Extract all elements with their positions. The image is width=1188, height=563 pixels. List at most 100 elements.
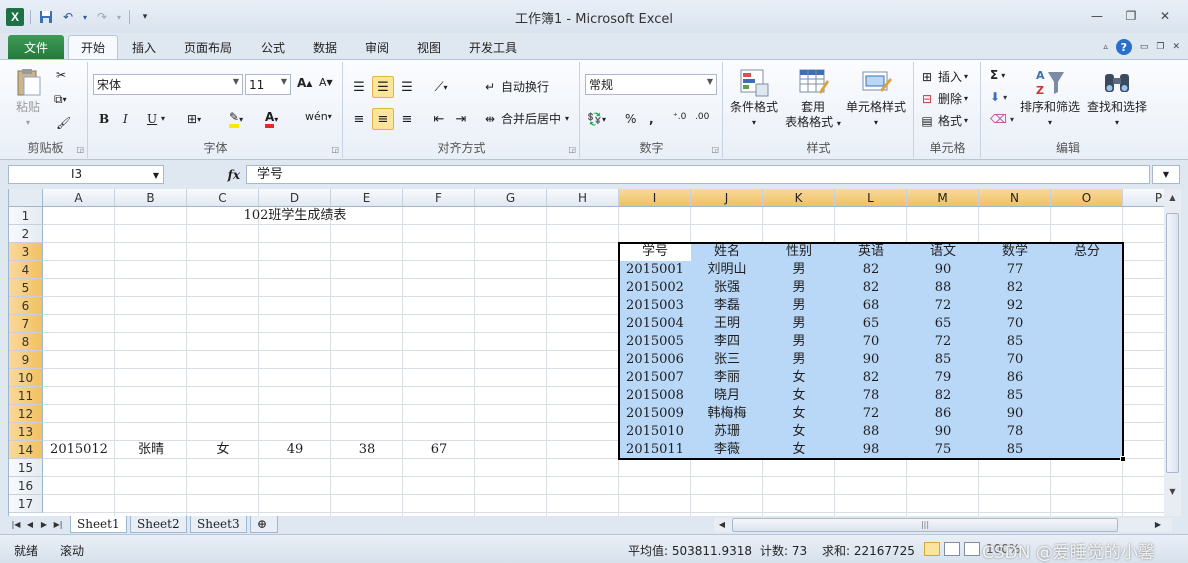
worksheet-grid[interactable]: 102班学生成绩表 2015012 张晴女 49 38 67 学号 姓名 性别 英语 语文 数学 总分 2… bbox=[8, 189, 1164, 516]
underline-button[interactable]: U bbox=[147, 112, 157, 126]
decrease-font-icon[interactable]: A ▼ bbox=[319, 76, 333, 89]
row-header-15[interactable]: 15 bbox=[9, 459, 43, 477]
row-header-16[interactable]: 16 bbox=[9, 477, 43, 495]
percent-button[interactable]: % bbox=[625, 112, 636, 126]
dialog-launcher-icon[interactable]: ◲ bbox=[568, 145, 576, 154]
horizontal-scrollbar[interactable]: ◀ ||| ▶ bbox=[714, 518, 1172, 532]
tab-formulas[interactable]: 公式 bbox=[249, 35, 297, 59]
number-format-select[interactable]: 常规 ▼ bbox=[585, 74, 717, 95]
copy-icon[interactable]: ⧉ ▾ bbox=[54, 92, 67, 107]
row-header-5[interactable]: 5 bbox=[9, 279, 43, 297]
sheet-tab-sheet3[interactable]: Sheet3 bbox=[190, 516, 247, 533]
column-header-f[interactable]: F bbox=[403, 189, 475, 207]
dialog-launcher-icon[interactable]: ◲ bbox=[331, 145, 339, 154]
table-cell[interactable]: 38 bbox=[331, 441, 403, 459]
tab-file[interactable]: 文件 bbox=[8, 35, 64, 59]
middle-align-icon[interactable]: ☰ bbox=[372, 76, 394, 98]
font-color-icon[interactable]: A ▾ bbox=[265, 110, 278, 128]
close-workbook-icon[interactable]: ✕ bbox=[1172, 42, 1180, 52]
tab-review[interactable]: 审阅 bbox=[353, 35, 401, 59]
row-header-7[interactable]: 7 bbox=[9, 315, 43, 333]
column-header-h[interactable]: H bbox=[547, 189, 619, 207]
orientation-icon[interactable]: ⟋ ▾ bbox=[430, 76, 452, 98]
expand-formula-bar-icon[interactable]: ▼ bbox=[1152, 165, 1180, 184]
cut-icon[interactable]: ✂ bbox=[56, 68, 66, 82]
align-right-icon[interactable]: ≡ bbox=[396, 108, 418, 130]
row-header-2[interactable]: 2 bbox=[9, 225, 43, 243]
row-header-9[interactable]: 9 bbox=[9, 351, 43, 369]
last-sheet-icon[interactable]: ▶| bbox=[52, 518, 64, 532]
row-header-10[interactable]: 10 bbox=[9, 369, 43, 387]
scroll-left-icon[interactable]: ◀ bbox=[716, 518, 728, 532]
vertical-scroll-thumb[interactable] bbox=[1166, 213, 1179, 473]
dialog-launcher-icon[interactable]: ◲ bbox=[76, 145, 84, 154]
tab-home[interactable]: 开始 bbox=[68, 35, 119, 59]
sort-filter-button[interactable]: AZ 排序和筛选 ▾ bbox=[1018, 66, 1082, 130]
normal-view-icon[interactable] bbox=[924, 542, 940, 556]
fill-handle[interactable] bbox=[1120, 456, 1126, 462]
delete-cells-button[interactable]: ⊟ 删除 ▾ bbox=[919, 90, 968, 107]
minimize-workbook-icon[interactable]: ▭ bbox=[1140, 42, 1149, 52]
table-cell[interactable]: 49 bbox=[259, 441, 331, 459]
sheet-tab-sheet1[interactable]: Sheet1 bbox=[70, 516, 127, 533]
align-center-icon[interactable]: ≡ bbox=[372, 108, 394, 130]
table-cell[interactable]: 2015012 bbox=[43, 441, 115, 459]
conditional-formatting-button[interactable]: 条件格式 ▾ bbox=[726, 66, 782, 130]
format-cells-button[interactable]: ▤ 格式 ▾ bbox=[919, 112, 968, 129]
column-header-g[interactable]: G bbox=[475, 189, 547, 207]
row-header-4[interactable]: 4 bbox=[9, 261, 43, 279]
accounting-format-icon[interactable]: 💱 ▾ bbox=[587, 112, 606, 126]
underline-dropdown-icon[interactable]: ▾ bbox=[161, 114, 165, 123]
tab-view[interactable]: 视图 bbox=[405, 35, 453, 59]
phonetic-icon[interactable]: wén ▾ bbox=[305, 110, 332, 123]
tab-data[interactable]: 数据 bbox=[301, 35, 349, 59]
first-sheet-icon[interactable]: |◀ bbox=[10, 518, 22, 532]
column-header-o[interactable]: O bbox=[1051, 189, 1123, 207]
page-break-view-icon[interactable] bbox=[964, 542, 980, 556]
horizontal-scroll-thumb[interactable]: ||| bbox=[732, 518, 1118, 532]
table-cell[interactable]: 张晴 bbox=[115, 441, 187, 459]
increase-indent-icon[interactable]: ⇥ bbox=[450, 108, 472, 130]
column-header-e[interactable]: E bbox=[331, 189, 403, 207]
wrap-text-button[interactable]: ↵ 自动换行 bbox=[482, 78, 549, 95]
tab-page-layout[interactable]: 页面布局 bbox=[172, 35, 244, 59]
column-header-n[interactable]: N bbox=[979, 189, 1051, 207]
column-header-c[interactable]: C bbox=[187, 189, 259, 207]
name-box[interactable]: I3 ▼ bbox=[8, 165, 164, 184]
close-icon[interactable]: ✕ bbox=[1148, 6, 1182, 26]
decrease-indent-icon[interactable]: ⇤ bbox=[428, 108, 450, 130]
column-header-m[interactable]: M bbox=[907, 189, 979, 207]
column-header-b[interactable]: B bbox=[115, 189, 187, 207]
row-header-17[interactable]: 17 bbox=[9, 495, 43, 513]
top-align-icon[interactable]: ☰ bbox=[348, 76, 370, 98]
tab-developer[interactable]: 开发工具 bbox=[457, 35, 529, 59]
format-painter-icon[interactable]: 🖌 bbox=[56, 116, 71, 130]
select-all-corner[interactable] bbox=[9, 189, 43, 207]
row-header-8[interactable]: 8 bbox=[9, 333, 43, 351]
increase-font-icon[interactable]: A ▲ bbox=[297, 76, 312, 90]
help-icon[interactable]: ? bbox=[1115, 39, 1132, 55]
row-header-6[interactable]: 6 bbox=[9, 297, 43, 315]
restore-icon[interactable]: ❐ bbox=[1114, 6, 1148, 26]
borders-icon[interactable]: ⊞ ▾ bbox=[187, 112, 201, 126]
paste-button[interactable]: 粘贴 ▾ bbox=[10, 66, 46, 130]
cell-styles-button[interactable]: 单元格样式 ▾ bbox=[842, 66, 910, 130]
fill-color-icon[interactable]: ✎ ▾ bbox=[229, 110, 243, 128]
column-header-k[interactable]: K bbox=[763, 189, 835, 207]
table-cell[interactable]: 女 bbox=[187, 441, 259, 459]
bold-button[interactable]: B bbox=[99, 112, 109, 126]
format-as-table-button[interactable]: 套用 表格格式 ▾ bbox=[782, 66, 844, 131]
column-header-d[interactable]: D bbox=[259, 189, 331, 207]
collapse-ribbon-icon[interactable]: ▵ bbox=[1103, 42, 1108, 52]
decrease-decimal-icon[interactable]: .00 bbox=[695, 112, 709, 122]
fill-icon[interactable]: ⬇ ▾ bbox=[990, 90, 1007, 104]
bottom-align-icon[interactable]: ☰ bbox=[396, 76, 418, 98]
column-header-l[interactable]: L bbox=[835, 189, 907, 207]
table-cell[interactable]: 67 bbox=[403, 441, 475, 459]
page-layout-view-icon[interactable] bbox=[944, 542, 960, 556]
new-sheet-icon[interactable]: ⊕ bbox=[250, 516, 278, 533]
dialog-launcher-icon[interactable]: ◲ bbox=[711, 145, 719, 154]
font-name-select[interactable]: 宋体 ▼ bbox=[93, 74, 243, 95]
minimize-icon[interactable]: — bbox=[1080, 6, 1114, 26]
restore-workbook-icon[interactable]: ❐ bbox=[1156, 42, 1164, 52]
